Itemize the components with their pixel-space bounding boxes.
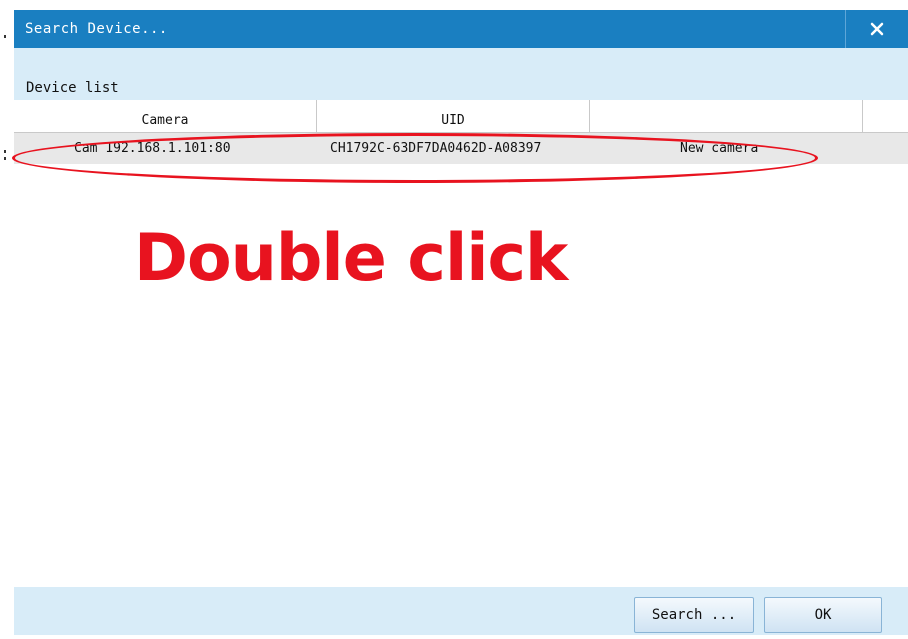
table-row[interactable]: Cam 192.168.1.101:80 CH1792C-63DF7DA0462… [14, 133, 908, 164]
search-button[interactable]: Search ... [634, 597, 754, 633]
close-icon [870, 22, 884, 36]
dialog-title: Search Device... [25, 21, 168, 37]
uid-cell: CH1792C-63DF7DA0462D-A08397 [330, 141, 542, 156]
camera-cell: Cam 192.168.1.101:80 [74, 141, 231, 156]
column-header-status[interactable] [590, 100, 863, 132]
close-button[interactable] [845, 10, 908, 48]
annotation-text: Double click [134, 221, 568, 296]
device-list-label: Device list [26, 80, 119, 96]
table-header: Camera UID [14, 100, 908, 133]
background-edge [2, 0, 12, 635]
title-bar[interactable]: Search Device... [14, 10, 908, 48]
column-header-camera[interactable]: Camera [14, 100, 317, 132]
ok-button[interactable]: OK [764, 597, 882, 633]
status-cell: New camera [680, 141, 759, 156]
dialog-footer: Search ... OK [14, 587, 908, 635]
column-header-filler [863, 100, 908, 132]
search-device-dialog: Search Device... Device list Camera UID … [12, 10, 908, 635]
column-header-uid[interactable]: UID [317, 100, 590, 132]
